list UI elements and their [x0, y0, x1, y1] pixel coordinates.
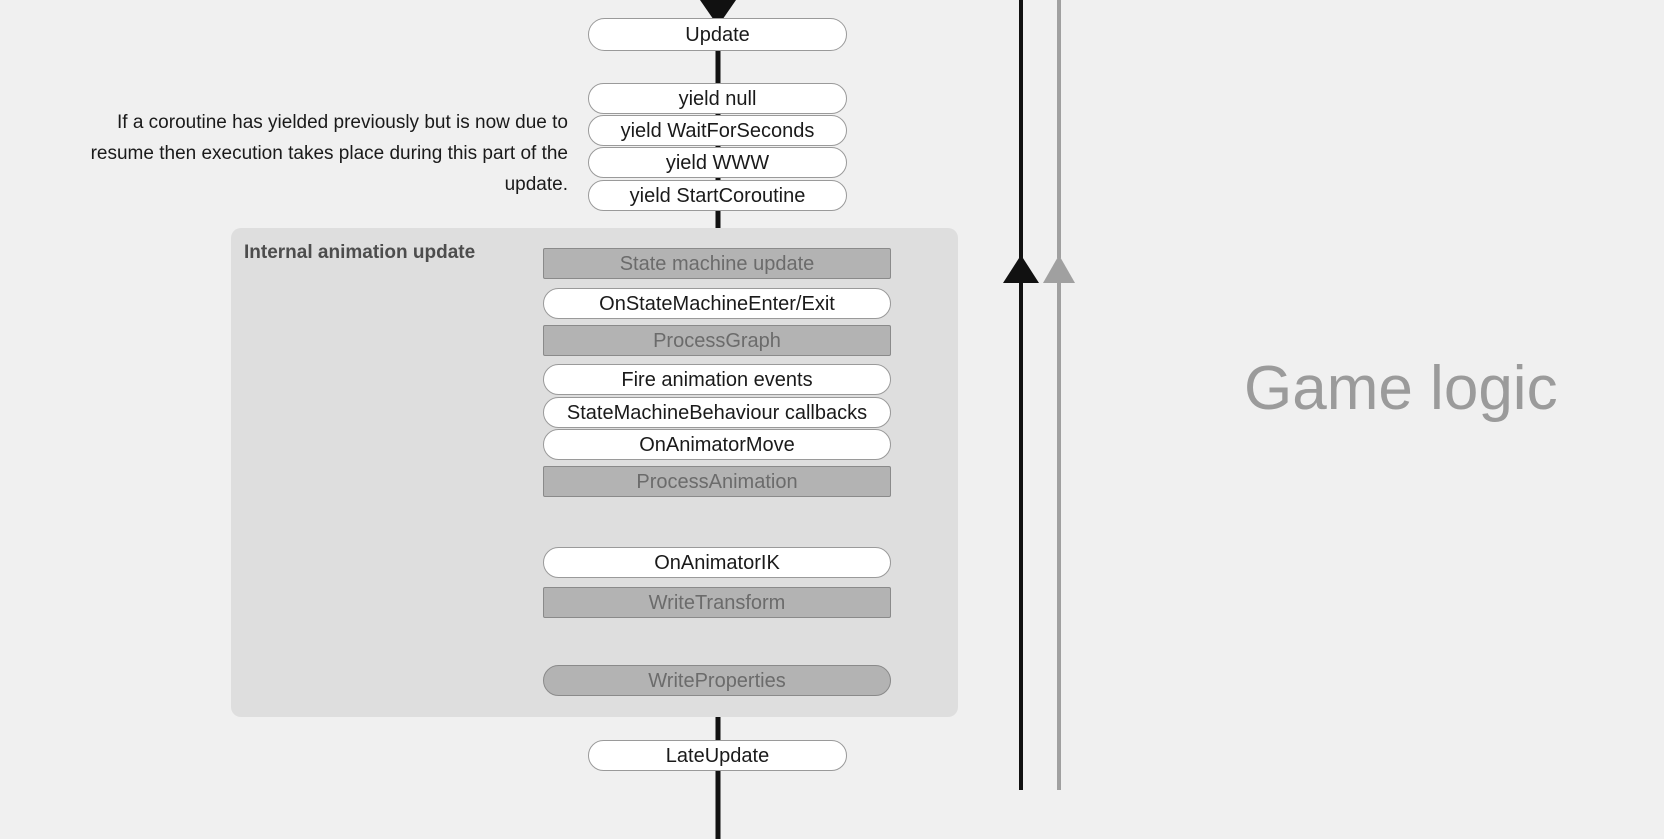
return-line-arrowhead-gray	[1043, 255, 1075, 283]
coroutine-annotation: If a coroutine has yielded previously bu…	[90, 112, 568, 195]
return-line-arrowhead-black	[1003, 255, 1039, 283]
diagram-canvas: Internal animation update If a coroutine…	[0, 0, 1664, 839]
node-yield-null[interactable]: yield null	[588, 83, 847, 114]
internal-animation-update-title: Internal animation update	[244, 242, 476, 263]
node-process-animation[interactable]: ProcessAnimation	[543, 466, 891, 497]
node-write-properties[interactable]: WriteProperties	[543, 665, 891, 696]
node-yield-www[interactable]: yield WWW	[588, 147, 847, 178]
game-logic-return-line-gray	[1043, 0, 1075, 790]
node-process-graph[interactable]: ProcessGraph	[543, 325, 891, 356]
node-yield-wait-for-seconds[interactable]: yield WaitForSeconds	[588, 115, 847, 146]
node-write-transform[interactable]: WriteTransform	[543, 587, 891, 618]
node-update[interactable]: Update	[588, 18, 847, 51]
game-logic-watermark: Game logic	[1244, 354, 1558, 423]
node-on-animator-move[interactable]: OnAnimatorMove	[543, 429, 891, 460]
node-fire-animation-events[interactable]: Fire animation events	[543, 364, 891, 395]
game-logic-return-line-black	[1003, 0, 1039, 790]
node-on-animator-ik[interactable]: OnAnimatorIK	[543, 547, 891, 578]
node-late-update[interactable]: LateUpdate	[588, 740, 847, 771]
node-state-machine-behaviour-callbacks[interactable]: StateMachineBehaviour callbacks	[543, 397, 891, 428]
node-state-machine-update[interactable]: State machine update	[543, 248, 891, 279]
node-on-state-machine-enter-exit[interactable]: OnStateMachineEnter/Exit	[543, 288, 891, 319]
node-yield-start-coroutine[interactable]: yield StartCoroutine	[588, 180, 847, 211]
